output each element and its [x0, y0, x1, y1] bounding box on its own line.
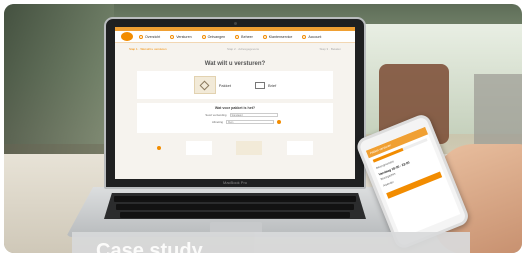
nav-item-account[interactable]: Account	[302, 34, 322, 39]
background-chair-grey	[474, 74, 522, 154]
field-label: Afmeting	[211, 120, 223, 124]
field-label: Soort verzending	[205, 113, 227, 117]
size-option-small[interactable]	[185, 141, 212, 155]
case-study-label: Case study	[96, 240, 203, 253]
photo-frame: Overzicht Versturen Ontvangen Beheer Kla…	[4, 4, 522, 253]
nav-item-overzicht[interactable]: Overzicht	[139, 34, 161, 39]
radio-selected[interactable]	[157, 146, 161, 150]
nav-label: Ontvangen	[207, 34, 226, 39]
send-type-panel: Pakket Brief	[137, 71, 333, 99]
nav-label: Account	[308, 34, 322, 39]
nav-icon	[262, 34, 267, 39]
option-brief[interactable]: Brief	[255, 81, 277, 89]
form-row: Soort verzending Standaard	[137, 113, 333, 117]
form-title: Wat voor pakket is het?	[214, 106, 256, 110]
nav-icon	[235, 34, 240, 39]
size-select[interactable]: Klein	[226, 120, 274, 124]
nav-label: Klantenservice	[268, 34, 293, 39]
envelope-icon	[255, 81, 265, 89]
nav-icon	[201, 34, 206, 39]
nav-label: Beheer	[241, 34, 253, 39]
size-option-large[interactable]	[286, 141, 313, 155]
nav-icon	[302, 34, 307, 39]
nav-label: Overzicht	[145, 34, 161, 39]
option-label: Brief	[268, 82, 277, 88]
camera-icon	[234, 22, 237, 25]
progress-steps: Stap 1 · Wat wilt u versturen Stap 2 · A…	[115, 43, 355, 51]
site-nav: Overzicht Versturen Ontvangen Beheer Kla…	[115, 31, 355, 43]
step-2[interactable]: Stap 2 · Adresgegevens	[227, 47, 259, 51]
step-1[interactable]: Stap 1 · Wat wilt u versturen	[129, 47, 167, 51]
size-options	[137, 141, 333, 155]
nav-icon	[170, 34, 175, 39]
step-3[interactable]: Stap 3 · Betalen	[319, 47, 341, 51]
nav-label: Versturen	[176, 34, 192, 39]
package-icon	[199, 80, 210, 90]
shipping-type-select[interactable]: Standaard	[229, 113, 278, 117]
option-pakket-box[interactable]	[193, 76, 216, 94]
option-label: Pakket	[218, 82, 231, 88]
nav-item-versturen[interactable]: Versturen	[170, 34, 192, 39]
brand-logo[interactable]	[121, 32, 133, 41]
laptop-screen: Overzicht Versturen Ontvangen Beheer Kla…	[115, 27, 355, 179]
nav-item-ontvangen[interactable]: Ontvangen	[201, 34, 226, 39]
package-form: Wat voor pakket is het? Soort verzending…	[137, 103, 333, 133]
nav-item-klantenservice[interactable]: Klantenservice	[262, 34, 293, 39]
nav-item-beheer[interactable]: Beheer	[235, 34, 253, 39]
info-icon[interactable]	[277, 120, 281, 124]
case-study-card[interactable]: Case study	[72, 232, 470, 253]
size-option-medium[interactable]	[236, 141, 263, 155]
option-pakket[interactable]: Pakket	[193, 76, 231, 94]
laptop-lid: Overzicht Versturen Ontvangen Beheer Kla…	[104, 17, 366, 189]
page-title: Wat wilt u versturen?	[204, 61, 266, 67]
background-wall	[4, 4, 114, 154]
nav-icon	[139, 34, 143, 39]
form-row: Afmeting Klein	[137, 120, 333, 124]
